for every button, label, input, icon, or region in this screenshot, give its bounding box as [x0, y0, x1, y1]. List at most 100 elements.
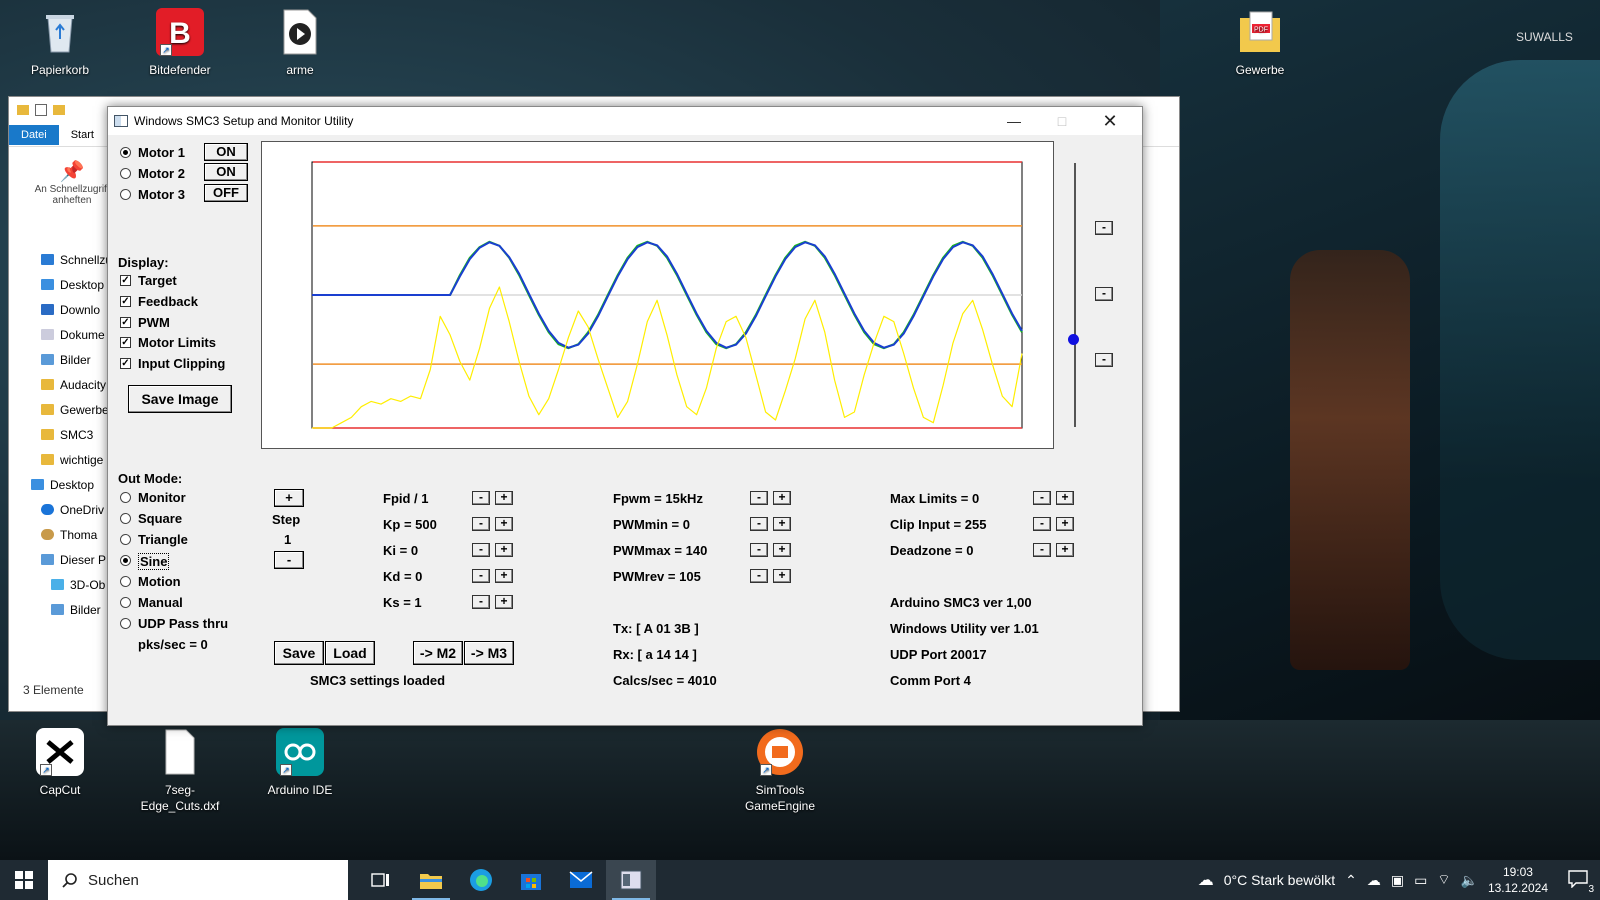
taskbar-store[interactable]: [506, 860, 556, 900]
deadzone-plus-button[interactable]: +: [1056, 543, 1074, 557]
motor-2-toggle-button[interactable]: ON: [204, 163, 248, 181]
pwmmin-plus-button[interactable]: +: [773, 517, 791, 531]
ribbon-tab-datei[interactable]: Datei: [9, 124, 59, 145]
save-image-button[interactable]: Save Image: [128, 385, 232, 413]
pwmmin-minus-button[interactable]: -: [750, 517, 768, 531]
device-icon[interactable]: ▣: [1391, 872, 1404, 889]
motor-2-radio[interactable]: [120, 168, 131, 179]
clip-input-minus-button[interactable]: -: [1033, 517, 1051, 531]
pwmmax-minus-button[interactable]: -: [750, 543, 768, 557]
pwmrev-plus-button[interactable]: +: [773, 569, 791, 583]
kp-plus-button[interactable]: +: [495, 517, 513, 531]
nav-item[interactable]: Thoma: [17, 522, 117, 547]
motor-1-toggle-button[interactable]: ON: [204, 143, 248, 161]
desktop-icon-arduino[interactable]: ↗ Arduino IDE: [252, 728, 348, 798]
kd-minus-button[interactable]: -: [472, 569, 490, 583]
fpwm-plus-button[interactable]: +: [773, 491, 791, 505]
fpwm-minus-button[interactable]: -: [750, 491, 768, 505]
ks-minus-button[interactable]: -: [472, 595, 490, 609]
mode-motion-radio[interactable]: [120, 576, 131, 587]
desktop-icon-recycle-bin[interactable]: Papierkorb: [12, 8, 108, 78]
mode-monitor-radio[interactable]: [120, 492, 131, 503]
battery-icon[interactable]: ▭: [1414, 872, 1427, 889]
feedback-checkbox[interactable]: ✓: [120, 296, 131, 307]
desktop-icon-capcut[interactable]: ↗ CapCut: [12, 728, 108, 798]
ribbon-tab-start[interactable]: Start: [59, 125, 106, 145]
pwm-checkbox[interactable]: ✓: [120, 317, 131, 328]
desktop-icon-arme[interactable]: arme: [252, 8, 348, 78]
nav-item[interactable]: wichtige: [17, 447, 117, 472]
nav-item[interactable]: OneDriv: [17, 497, 117, 522]
check-icon[interactable]: [35, 104, 47, 116]
nav-item[interactable]: Desktop: [17, 472, 117, 497]
save-settings-button[interactable]: Save: [274, 641, 324, 665]
step-minus-button[interactable]: -: [274, 551, 304, 569]
desktop-icon-gewerbe[interactable]: PDF Gewerbe: [1212, 8, 1308, 78]
minimize-button[interactable]: —: [990, 107, 1038, 135]
taskbar-explorer[interactable]: [406, 860, 456, 900]
pwmrev-minus-button[interactable]: -: [750, 569, 768, 583]
desktop-icon-simtools[interactable]: ↗ SimTools GameEngine: [732, 728, 828, 814]
step-plus-button[interactable]: +: [274, 489, 304, 507]
weather-text[interactable]: 0°C Stark bewölkt: [1224, 872, 1335, 888]
nav-item[interactable]: Audacity: [17, 372, 117, 397]
copy-to-m3-button[interactable]: -> M3: [464, 641, 514, 665]
nav-item[interactable]: Desktop: [17, 272, 117, 297]
input-clipping-checkbox[interactable]: ✓: [120, 358, 131, 369]
chevron-up-icon[interactable]: ⌃: [1345, 872, 1357, 889]
maximize-button[interactable]: □: [1038, 107, 1086, 135]
volume-icon[interactable]: 🔈: [1461, 872, 1478, 889]
scale-middle-button[interactable]: -: [1095, 287, 1113, 301]
motor-1-radio[interactable]: [120, 147, 131, 158]
taskbar-search-box[interactable]: Suchen: [48, 860, 348, 900]
wifi-icon[interactable]: ⌔: [1437, 871, 1450, 889]
mode-triangle-radio[interactable]: [120, 534, 131, 545]
mode-udp-radio[interactable]: [120, 618, 131, 629]
task-view-button[interactable]: [356, 860, 406, 900]
kp-minus-button[interactable]: -: [472, 517, 490, 531]
position-slider-track[interactable]: [1074, 163, 1076, 427]
mode-square-radio[interactable]: [120, 513, 131, 524]
onedrive-icon[interactable]: ☁: [1367, 872, 1381, 889]
mode-sine-radio[interactable]: [120, 555, 131, 566]
notification-center-icon[interactable]: 3: [1568, 869, 1594, 895]
close-button[interactable]: ✕: [1086, 107, 1134, 135]
weather-icon[interactable]: ☁: [1198, 870, 1214, 890]
fpid-plus-button[interactable]: +: [495, 491, 513, 505]
window-titlebar[interactable]: Windows SMC3 Setup and Monitor Utility —…: [108, 107, 1142, 135]
nav-item[interactable]: Dieser P: [17, 547, 117, 572]
desktop-icon-dxf-file[interactable]: 7seg-Edge_Cuts.dxf: [132, 728, 228, 814]
nav-item[interactable]: 3D-Ob: [17, 572, 117, 597]
nav-item[interactable]: Schnellzu: [17, 247, 117, 272]
taskbar-mail[interactable]: [556, 860, 606, 900]
ki-minus-button[interactable]: -: [472, 543, 490, 557]
mode-manual-radio[interactable]: [120, 597, 131, 608]
ki-plus-button[interactable]: +: [495, 543, 513, 557]
deadzone-minus-button[interactable]: -: [1033, 543, 1051, 557]
scale-top-button[interactable]: -: [1095, 221, 1113, 235]
load-settings-button[interactable]: Load: [325, 641, 375, 665]
nav-item[interactable]: Gewerbe: [17, 397, 117, 422]
nav-item[interactable]: Dokume: [17, 322, 117, 347]
ks-plus-button[interactable]: +: [495, 595, 513, 609]
kd-plus-button[interactable]: +: [495, 569, 513, 583]
scale-bottom-button[interactable]: -: [1095, 353, 1113, 367]
motor-3-toggle-button[interactable]: OFF: [204, 184, 248, 202]
pwmmax-plus-button[interactable]: +: [773, 543, 791, 557]
nav-item[interactable]: Bilder: [17, 347, 117, 372]
target-checkbox[interactable]: ✓: [120, 275, 131, 286]
max-limits-minus-button[interactable]: -: [1033, 491, 1051, 505]
motor-limits-checkbox[interactable]: ✓: [120, 337, 131, 348]
clip-input-plus-button[interactable]: +: [1056, 517, 1074, 531]
motor-3-radio[interactable]: [120, 189, 131, 200]
fpid-minus-button[interactable]: -: [472, 491, 490, 505]
max-limits-plus-button[interactable]: +: [1056, 491, 1074, 505]
taskbar-clock[interactable]: 19:03 13.12.2024: [1488, 864, 1548, 896]
taskbar-smc3-utility[interactable]: [606, 860, 656, 900]
taskbar-edge[interactable]: [456, 860, 506, 900]
nav-item[interactable]: Bilder: [17, 597, 117, 622]
smc3-window[interactable]: Windows SMC3 Setup and Monitor Utility —…: [107, 106, 1143, 726]
nav-item[interactable]: Downlo: [17, 297, 117, 322]
start-button[interactable]: [0, 860, 48, 900]
position-slider-handle[interactable]: [1068, 334, 1079, 345]
